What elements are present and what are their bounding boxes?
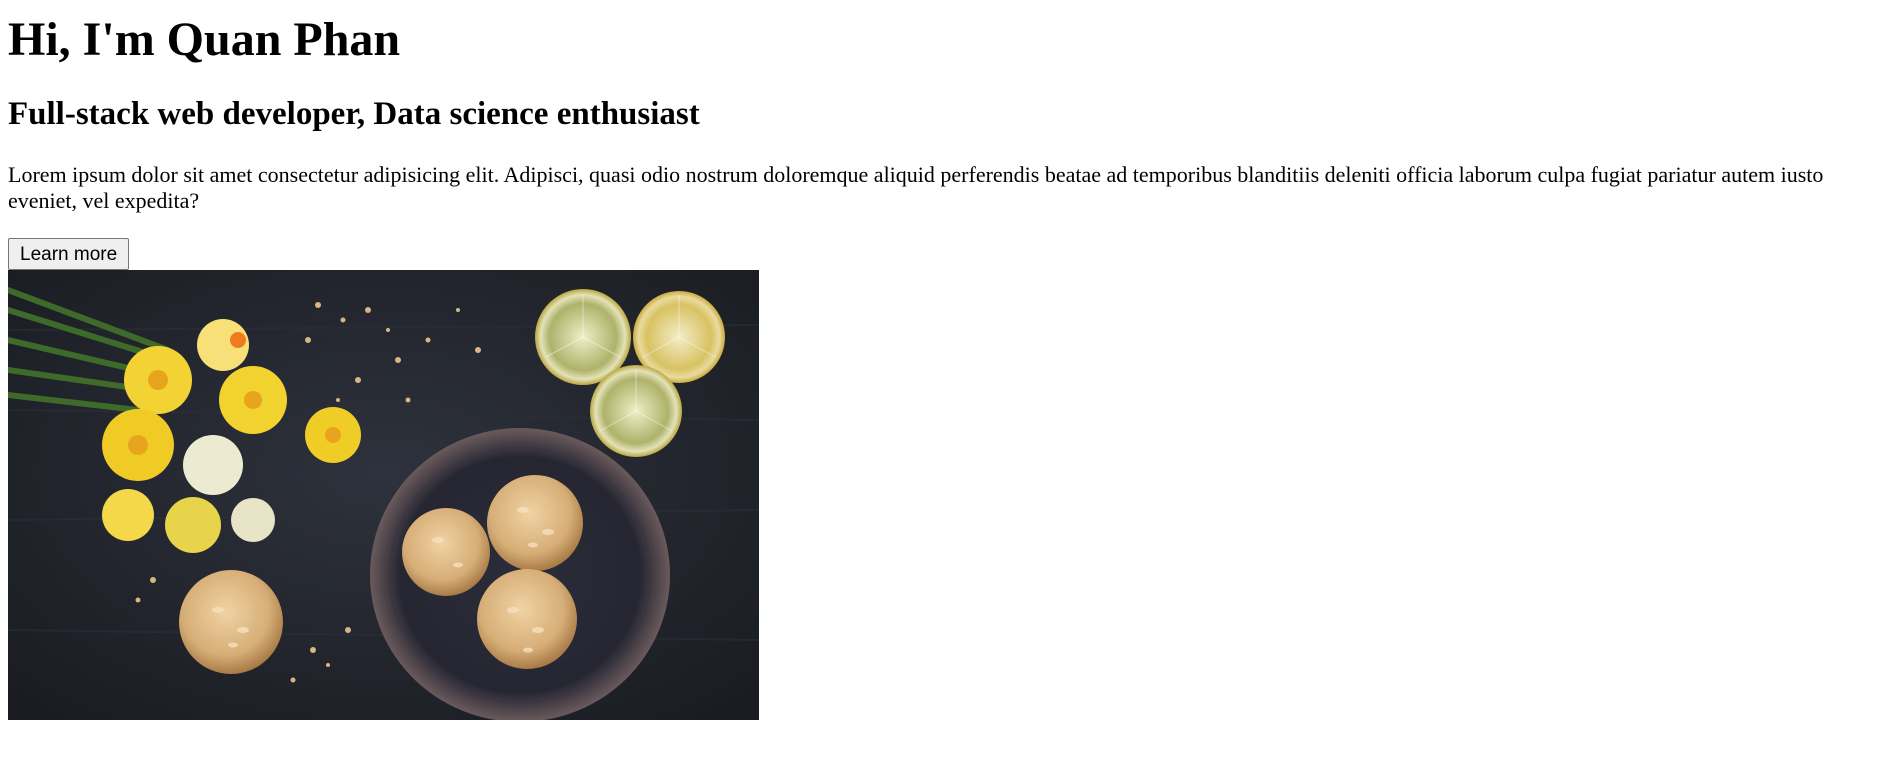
page-title: Hi, I'm Quan Phan <box>8 13 401 66</box>
learn-more-button[interactable]: Learn more <box>8 238 130 270</box>
page: Hi, I'm Quan Phan Full-stack web develop… <box>0 13 1887 720</box>
page-subtitle: Full-stack web developer, Data science e… <box>8 96 700 132</box>
hero-image <box>8 270 759 720</box>
intro-paragraph: Lorem ipsum dolor sit amet consectetur a… <box>8 162 1824 213</box>
food-flowers-photo-icon <box>8 270 759 720</box>
